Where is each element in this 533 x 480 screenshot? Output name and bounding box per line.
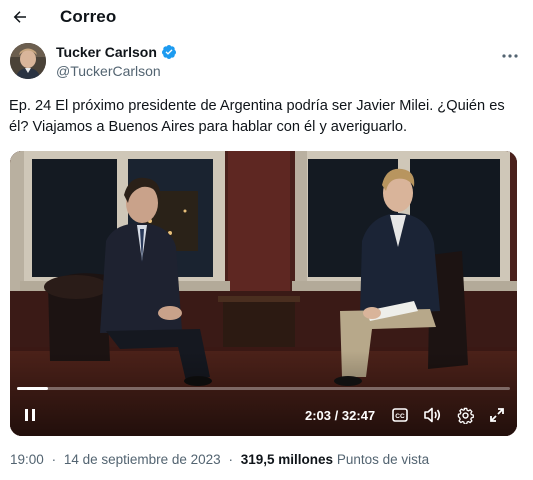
pause-icon — [25, 409, 35, 421]
volume-icon — [424, 407, 441, 423]
tweet-author: Tucker Carlson @TuckerCarlson — [0, 40, 533, 84]
page-title: Correo — [60, 7, 117, 26]
duration: 32:47 — [341, 408, 376, 423]
back-button[interactable] — [9, 6, 31, 28]
video-time: 2:03 / 32:47 — [305, 408, 375, 423]
video-progress-bar[interactable] — [17, 387, 510, 390]
more-horizontal-icon — [502, 54, 518, 58]
pause-button[interactable] — [20, 405, 40, 425]
volume-button[interactable] — [422, 405, 442, 425]
tweet-time[interactable]: 19:00 — [10, 452, 44, 467]
tweet-text: Ep. 24 El próximo presidente de Argentin… — [9, 98, 505, 135]
more-options-button[interactable] — [499, 47, 521, 65]
closed-captions-icon: CC — [392, 408, 408, 422]
svg-text:CC: CC — [395, 413, 405, 420]
avatar-image — [10, 43, 46, 79]
author-display-name[interactable]: Tucker Carlson — [56, 44, 157, 60]
top-bar: Correo — [0, 0, 533, 34]
author-handle[interactable]: @TuckerCarlson — [56, 63, 161, 79]
settings-button[interactable] — [455, 405, 475, 425]
closed-captions-button[interactable]: CC — [391, 406, 409, 424]
fullscreen-button[interactable] — [487, 405, 507, 425]
name-row: Tucker Carlson — [56, 44, 177, 60]
view-count-label: Puntos de vista — [336, 452, 430, 467]
settings-gear-icon — [457, 407, 474, 424]
tweet-meta: 19:00 · 14 de septiembre de 2023 · 319,5… — [10, 452, 429, 467]
meta-dot: · — [51, 452, 57, 467]
meta-dot: · — [228, 452, 233, 467]
avatar[interactable] — [10, 43, 46, 79]
arrow-left-icon — [13, 11, 26, 23]
video-progress-fill — [17, 387, 49, 390]
video-player[interactable]: 2:03 / 32:47 CC — [10, 151, 517, 436]
fullscreen-expand-icon — [490, 408, 504, 422]
view-count: 319,5 millones — [240, 452, 334, 467]
tweet-date[interactable]: 14 de septiembre de 2023 — [64, 452, 221, 467]
verified-badge-icon[interactable] — [161, 44, 177, 60]
time-separator: / — [334, 408, 339, 423]
current-time: 2:03 — [305, 408, 332, 423]
video-frame — [10, 151, 517, 436]
